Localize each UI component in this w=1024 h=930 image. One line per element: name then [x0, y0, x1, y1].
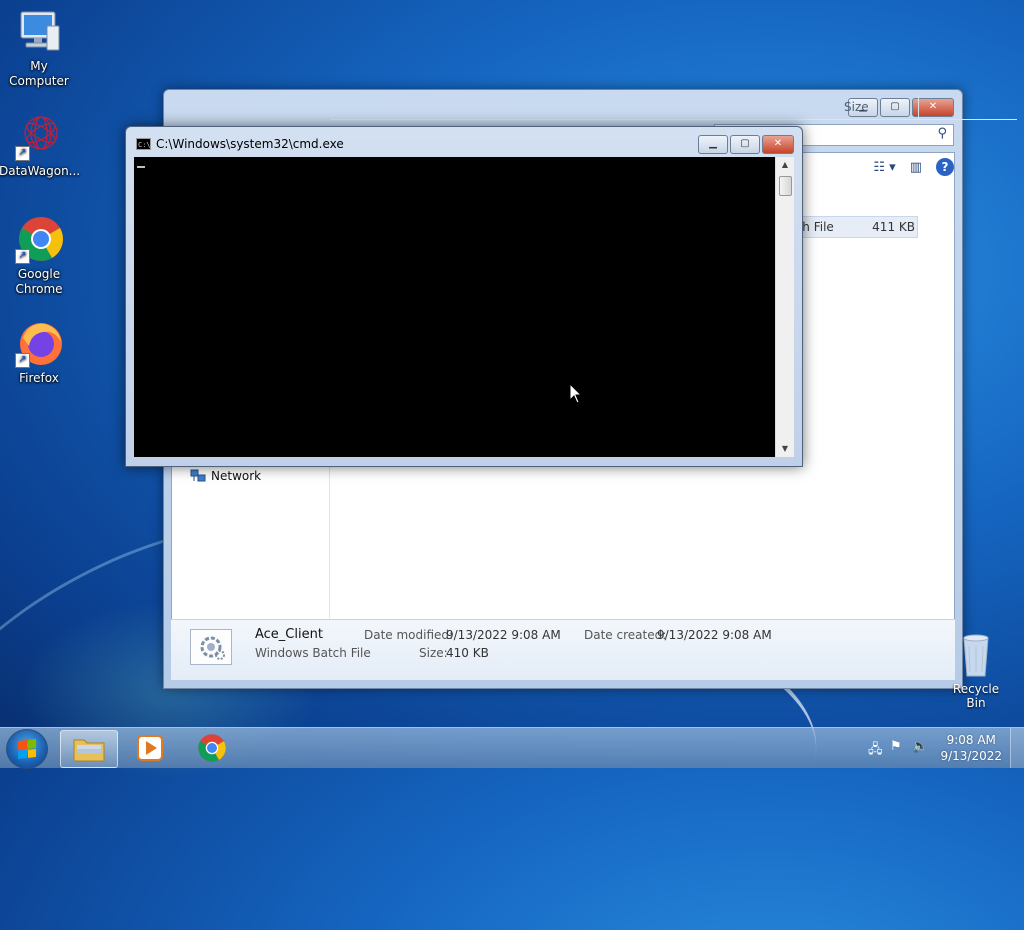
network-icon: [190, 469, 206, 483]
desktop-icon-recycle-bin[interactable]: Recycle Bin: [945, 632, 1007, 710]
nav-item-network[interactable]: Network: [190, 469, 261, 483]
network-tray-icon[interactable]: 🖧: [868, 740, 883, 762]
show-desktop-button[interactable]: [1010, 728, 1024, 768]
taskbar-media-player-button[interactable]: [122, 730, 178, 766]
scroll-up-arrow-icon[interactable]: ▲: [776, 157, 794, 173]
action-center-flag-icon[interactable]: ⚑: [890, 739, 902, 754]
close-button[interactable]: ✕: [762, 135, 794, 154]
chrome-icon: [198, 734, 226, 762]
window-title: C:\Windows\system32\cmd.exe: [156, 137, 344, 151]
details-date-modified-label: Date modified:: [364, 628, 454, 642]
console-output[interactable]: [134, 157, 775, 457]
clock-date: 9/13/2022: [940, 749, 1002, 763]
desktop-icon-my-computer[interactable]: My Computer: [0, 8, 79, 89]
scrollbar-thumb[interactable]: [779, 176, 792, 196]
batch-file-icon: [190, 629, 232, 665]
details-file-type: Windows Batch File: [255, 646, 371, 660]
desktop-icon-datawagon[interactable]: ↗ DataWagon...: [0, 113, 81, 179]
search-icon[interactable]: ⚲: [937, 126, 947, 141]
shortcut-arrow-icon: ↗: [15, 146, 30, 161]
details-date-modified: 9/13/2022 9:08 AM: [446, 628, 561, 642]
details-size: 410 KB: [446, 646, 489, 660]
datawagon-icon: ↗: [15, 113, 63, 161]
taskbar-explorer-button[interactable]: [60, 730, 118, 768]
taskbar-chrome-button[interactable]: [184, 730, 240, 766]
shortcut-arrow-icon: ↗: [15, 249, 30, 264]
text-cursor: [137, 166, 145, 168]
file-size: 411 KB: [872, 220, 915, 234]
column-size-header[interactable]: Size: [844, 100, 869, 114]
desktop-icon-label: Firefox: [19, 371, 59, 385]
details-size-label: Size:: [419, 646, 448, 660]
details-pane: Ace_Client Windows Batch File Date modif…: [171, 619, 955, 680]
desktop-icon-label: DataWagon...: [0, 164, 81, 178]
chrome-icon: ↗: [15, 216, 63, 264]
desktop-icon-label: Google Chrome: [15, 267, 63, 296]
desktop-icon-firefox[interactable]: ↗ Firefox: [0, 320, 79, 386]
desktop-icon-label: Recycle Bin: [952, 682, 1000, 710]
minimize-button[interactable]: ▁: [698, 135, 728, 154]
details-date-created: 9/13/2022 9:08 AM: [657, 628, 772, 642]
column-separator: [918, 95, 919, 119]
recycle-bin-icon: [956, 632, 996, 678]
vertical-scrollbar[interactable]: ▲ ▼: [775, 157, 794, 457]
system-tray: 🖧 ⚑ 🔈 9:08 AM 9/13/2022: [854, 728, 1024, 768]
details-file-name: Ace_Client: [255, 627, 323, 642]
volume-icon[interactable]: 🔈: [912, 739, 928, 754]
cmd-caption-buttons: ▁ ▢ ✕: [698, 135, 794, 154]
scroll-down-arrow-icon[interactable]: ▼: [776, 441, 794, 457]
desktop-icon-label: My Computer: [9, 59, 69, 88]
clock-time: 9:08 AM: [946, 733, 996, 747]
cmd-icon: C:\: [136, 138, 151, 150]
windows-logo-icon: [18, 739, 36, 759]
explorer-toolbar: ☷ ▾ ▥ ?: [784, 154, 954, 180]
start-button[interactable]: [6, 729, 48, 769]
cmd-window[interactable]: C:\ C:\Windows\system32\cmd.exe ▁ ▢ ✕ ▲ …: [125, 126, 803, 467]
help-icon[interactable]: ?: [936, 158, 954, 176]
firefox-icon: ↗: [15, 320, 63, 368]
details-date-created-label: Date created:: [584, 628, 667, 642]
computer-icon: [15, 8, 63, 56]
preview-pane-icon[interactable]: ▥: [910, 160, 922, 175]
media-player-icon: [137, 735, 163, 761]
maximize-button[interactable]: ▢: [730, 135, 760, 154]
shortcut-arrow-icon: ↗: [15, 353, 30, 368]
nav-item-label: Network: [211, 469, 262, 483]
folder-icon: [73, 739, 105, 762]
view-options-icon[interactable]: ☷ ▾: [873, 160, 895, 175]
taskbar: 🖧 ⚑ 🔈 9:08 AM 9/13/2022: [0, 727, 1024, 769]
clock[interactable]: 9:08 AM 9/13/2022: [940, 732, 1002, 764]
column-header: Size: [330, 95, 1017, 120]
desktop-icon-google-chrome[interactable]: ↗ Google Chrome: [0, 216, 79, 297]
